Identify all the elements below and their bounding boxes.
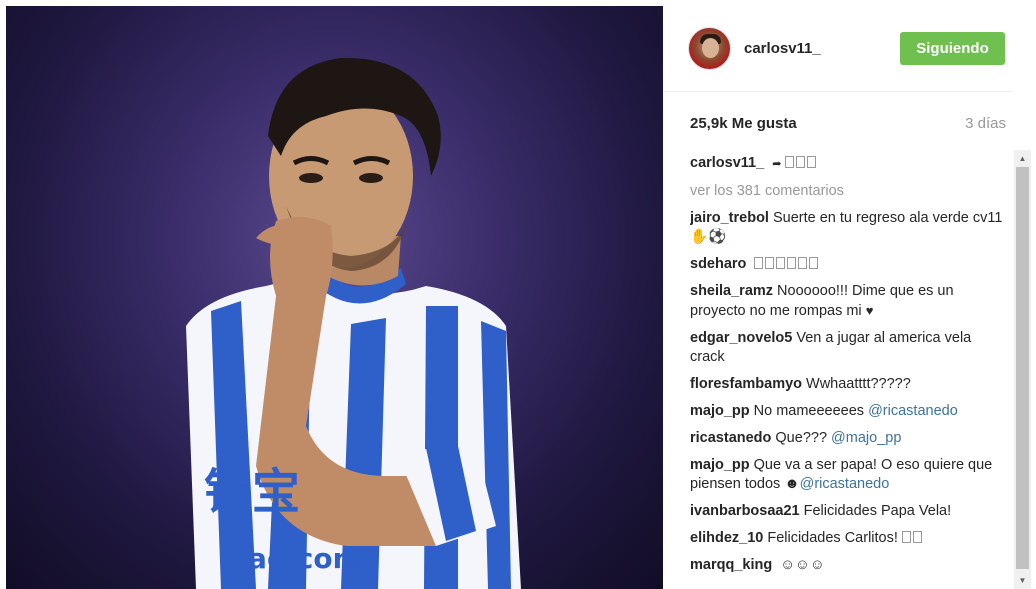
player-illustration: 钱宝 bao.com: [186, 57, 521, 589]
scroll-thumb[interactable]: [1016, 167, 1029, 569]
list-item: ricastanedo Que??? @majo_pp: [690, 430, 902, 446]
list-item: majo_pp Que va a ser papa! O eso quiere q…: [690, 457, 993, 492]
monkey-icon: ☻: [784, 476, 800, 492]
mention-link[interactable]: @majo_pp: [831, 430, 901, 446]
username-link[interactable]: carlosv11_: [744, 40, 821, 57]
list-item: marqq_king ☺☺☺: [690, 557, 825, 573]
list-item: jairo_trebol Suerte en tu regreso ala ver…: [690, 210, 1003, 245]
broken-heart-icon: ♥: [865, 303, 874, 318]
list-item: majo_pp No mameeeeees @ricastanedo: [690, 403, 958, 419]
list-item: sdeharo: [690, 255, 1008, 274]
mention-link[interactable]: @ricastanedo: [868, 403, 958, 419]
post-panel: carlosv11_ Siguiendo 25,9k Me gusta 3 dí…: [664, 0, 1036, 589]
mention-link[interactable]: @ricastanedo: [800, 476, 890, 492]
soon-icon: ➦: [772, 158, 782, 170]
caption-user[interactable]: carlosv11_: [690, 155, 764, 171]
hand-icon: ✋: [690, 229, 709, 245]
list-item: edgar_novelo5 Ven a jugar al america vela…: [690, 330, 972, 365]
likes-count[interactable]: 25,9k Me gusta: [690, 115, 797, 132]
list-item: elihdez_10 Felicidades Carlitos!: [690, 529, 1008, 548]
face-icon: ☺☺☺: [780, 557, 825, 573]
scroll-down-arrow-icon[interactable]: ▼: [1014, 572, 1031, 589]
post-photo[interactable]: 钱宝 bao.com: [6, 6, 663, 589]
list-item: sheila_ramz Noooooo!!! Dime que es un pro…: [690, 283, 954, 319]
soccer-ball-icon: ⚽: [708, 229, 727, 245]
comments-list: carlosv11_ ➦ ver los 381 comentarios jai…: [690, 154, 1008, 589]
comments-scrollbar[interactable]: ▲ ▼: [1014, 150, 1031, 589]
stats-row: 25,9k Me gusta 3 días: [690, 115, 1006, 135]
caption: carlosv11_ ➦: [690, 154, 1008, 174]
list-item: ivanbarbosaa21 Felicidades Papa Vela!: [690, 503, 952, 519]
scroll-up-arrow-icon[interactable]: ▲: [1014, 150, 1031, 167]
sponsor-url: bao.com: [228, 542, 362, 575]
following-button[interactable]: Siguiendo: [900, 32, 1005, 65]
post-time[interactable]: 3 días: [965, 115, 1006, 132]
list-item: floresfambamyo Wwhaatttt?????: [690, 376, 911, 392]
post-header: carlosv11_ Siguiendo: [664, 0, 1012, 92]
avatar[interactable]: [688, 27, 731, 70]
load-more-comments[interactable]: ver los 381 comentarios: [690, 182, 1008, 201]
sponsor-chars: 钱宝: [204, 464, 300, 520]
